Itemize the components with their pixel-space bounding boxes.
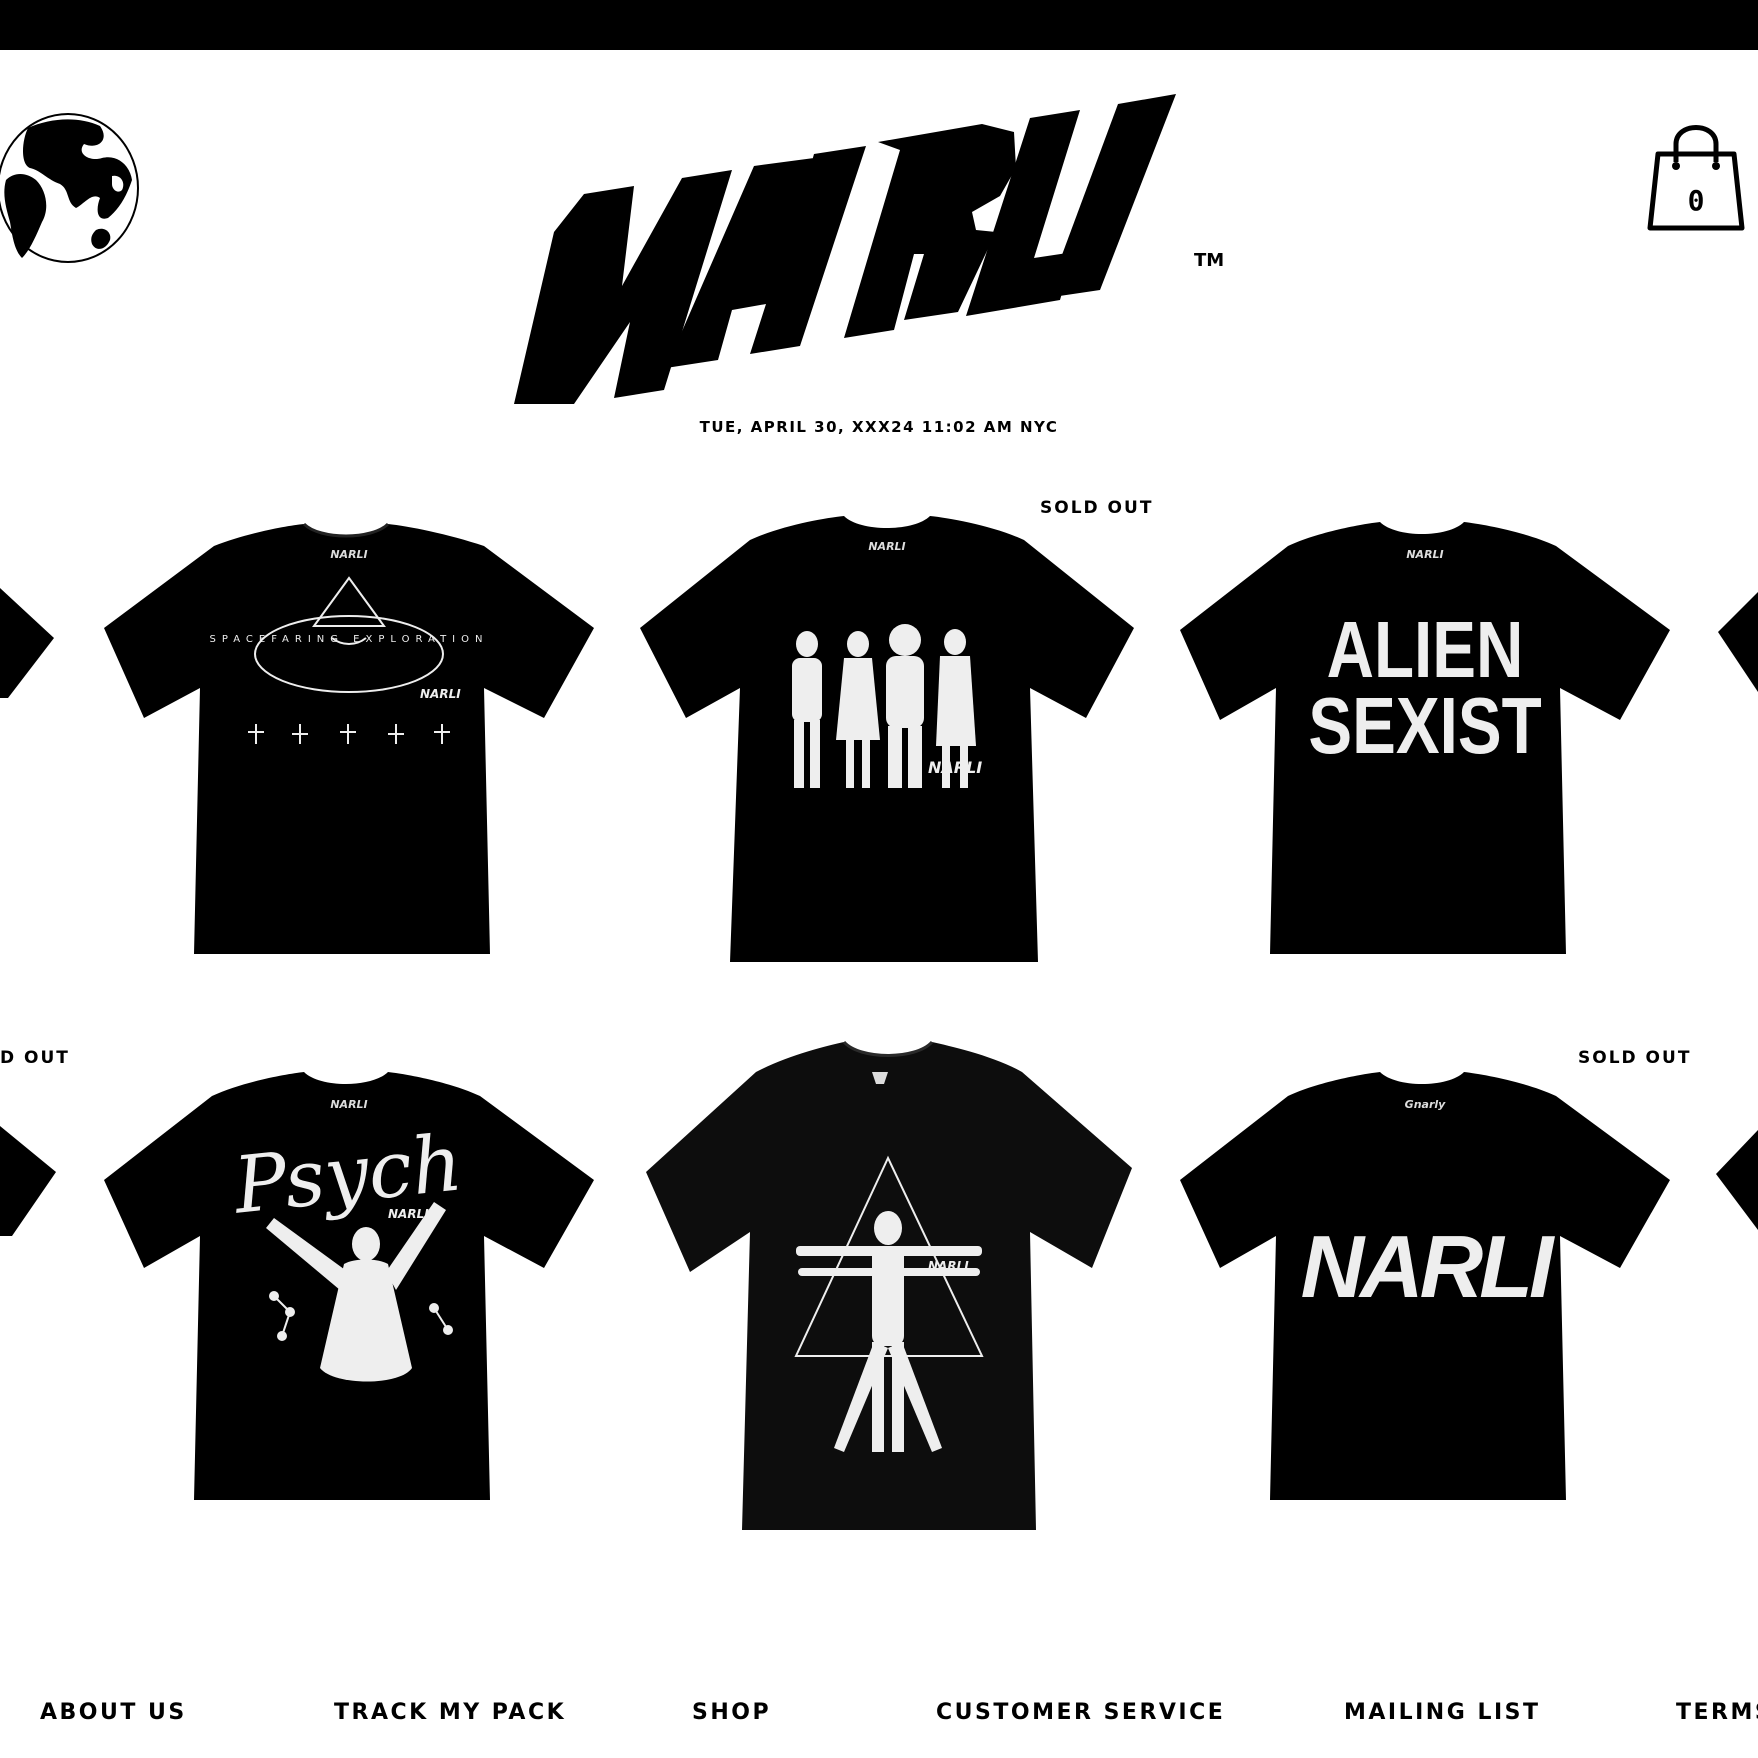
footer-link-customer-service[interactable]: CUSTOMER SERVICE bbox=[936, 1700, 1225, 1725]
sold-out-badge: SOLD OUT bbox=[1578, 1048, 1692, 1068]
shirt-print-text: SPACEFARING EXPLORATION bbox=[209, 634, 489, 645]
footer-link-shop[interactable]: SHOP bbox=[692, 1700, 771, 1725]
footer-link-track-my-pack[interactable]: TRACK MY PACK bbox=[334, 1700, 566, 1725]
cart-count: 0 bbox=[1687, 184, 1705, 217]
neck-tag: NARLI bbox=[1406, 548, 1444, 561]
product-card[interactable]: NARLI NARLI Psych bbox=[104, 1068, 594, 1504]
shirt-print-line2: SEXIST bbox=[1308, 681, 1542, 770]
product-card[interactable]: NARLI NARLI bbox=[640, 510, 1134, 966]
product-card-partial-right[interactable] bbox=[1718, 592, 1758, 692]
datetime: TUE, APRIL 30, XXX24 11:02 AM NYC bbox=[699, 418, 1059, 436]
shirt-print-text: NARLI bbox=[1300, 1217, 1554, 1316]
neck-tag: NARLI bbox=[868, 540, 906, 553]
product-card-partial-right[interactable] bbox=[1716, 1130, 1758, 1230]
neck-tag: NARLI bbox=[330, 548, 368, 561]
footer-link-mailing-list[interactable]: MAILING LIST bbox=[1344, 1700, 1541, 1725]
globe-icon[interactable] bbox=[0, 110, 142, 266]
sold-out-badge: D OUT bbox=[0, 1048, 70, 1068]
product-card[interactable]: NARLI NARLI SPACEFARING EXPLORATION bbox=[104, 518, 594, 958]
brand-logo[interactable]: TM bbox=[514, 54, 1244, 404]
neck-tag: NARLI bbox=[330, 1098, 368, 1111]
svg-text:NARLI: NARLI bbox=[420, 687, 461, 701]
product-card[interactable]: Gnarly NARLI bbox=[1180, 1068, 1670, 1504]
product-card[interactable]: NARLI bbox=[646, 1038, 1132, 1534]
svg-text:NARLI: NARLI bbox=[928, 1259, 969, 1273]
top-bar bbox=[0, 0, 1758, 50]
cart-button[interactable]: 0 bbox=[1646, 118, 1746, 234]
shirt-print-text: NARLI bbox=[928, 758, 983, 777]
footer-link-terms[interactable]: TERMS bbox=[1676, 1700, 1758, 1725]
product-card-partial-left[interactable] bbox=[0, 1126, 56, 1236]
product-card-partial-left[interactable] bbox=[0, 588, 54, 698]
svg-text:TM: TM bbox=[1194, 250, 1224, 271]
footer-link-about-us[interactable]: ABOUT US bbox=[40, 1700, 187, 1725]
neck-tag: Gnarly bbox=[1404, 1098, 1446, 1111]
shirt-print-line1: ALIEN bbox=[1326, 605, 1524, 694]
product-card[interactable]: NARLI ALIEN SEXIST bbox=[1180, 518, 1670, 958]
